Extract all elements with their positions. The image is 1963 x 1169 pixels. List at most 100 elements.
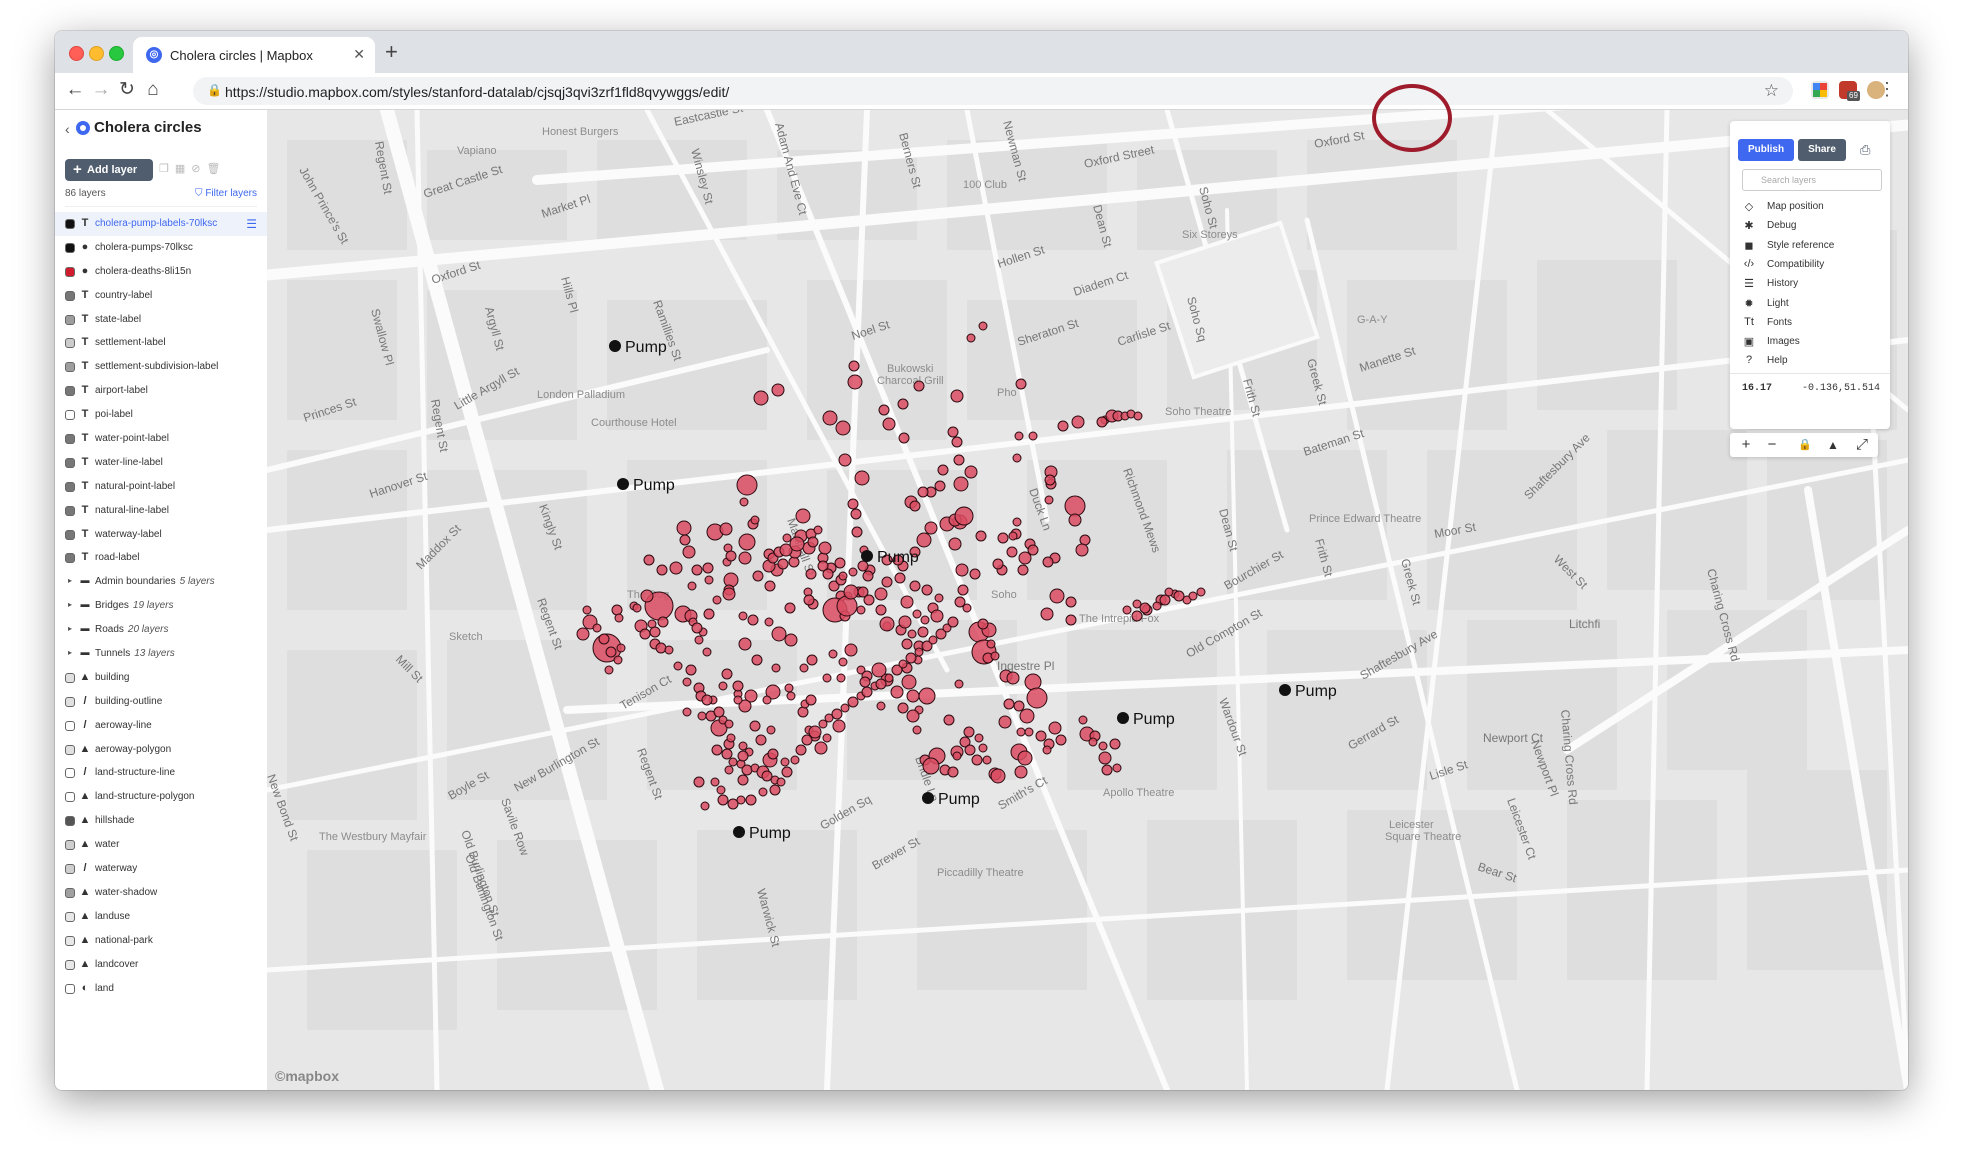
death-circle[interactable] xyxy=(1096,416,1108,428)
layer-item[interactable]: ▲ water xyxy=(55,833,267,857)
death-circle[interactable] xyxy=(879,616,895,632)
layer-item[interactable]: ● cholera-deaths-8li15n xyxy=(55,260,267,284)
death-circle[interactable] xyxy=(957,584,969,596)
death-circle[interactable] xyxy=(878,404,890,416)
death-circle[interactable] xyxy=(611,604,623,616)
layer-item[interactable]: Tstate-label xyxy=(55,308,267,332)
death-circle[interactable] xyxy=(764,617,774,627)
death-circle[interactable] xyxy=(722,587,736,601)
death-circle[interactable] xyxy=(912,725,922,735)
death-circle[interactable] xyxy=(834,557,846,569)
death-circle[interactable] xyxy=(822,733,832,743)
extension-google-icon[interactable] xyxy=(1811,81,1829,99)
death-circle[interactable] xyxy=(1012,453,1022,463)
death-circle[interactable] xyxy=(1057,420,1069,432)
death-circle[interactable] xyxy=(632,603,642,613)
death-circle[interactable] xyxy=(850,508,862,520)
death-circle[interactable] xyxy=(947,426,959,438)
death-circle[interactable] xyxy=(909,500,921,512)
death-circle[interactable] xyxy=(780,757,790,767)
bookmark-star-icon[interactable]: ☆ xyxy=(1764,81,1779,101)
death-circle[interactable] xyxy=(947,766,959,778)
expand-arrow-icon[interactable]: ▸ xyxy=(68,648,72,657)
death-circle[interactable] xyxy=(682,545,696,559)
death-circle[interactable] xyxy=(656,564,668,576)
death-circle[interactable] xyxy=(906,689,920,703)
layer-item[interactable]: ▸ ▬ Bridges 19 layers xyxy=(55,594,267,618)
death-circle[interactable] xyxy=(1012,517,1022,527)
add-layer-button[interactable]: + Add layer xyxy=(65,159,153,181)
death-circle[interactable] xyxy=(1196,587,1206,597)
death-circle[interactable] xyxy=(1014,765,1028,779)
death-circle[interactable] xyxy=(1044,495,1054,505)
death-circle[interactable] xyxy=(691,564,703,576)
death-circle[interactable] xyxy=(1014,431,1024,441)
layer-item[interactable]: ▲ land-structure-polygon xyxy=(55,785,267,809)
death-circle[interactable] xyxy=(738,611,748,621)
death-circle[interactable] xyxy=(922,757,940,775)
death-circle[interactable] xyxy=(950,389,964,403)
death-circle[interactable] xyxy=(986,639,996,649)
death-circle[interactable] xyxy=(1159,594,1171,606)
death-circle[interactable] xyxy=(598,633,610,645)
death-circle[interactable] xyxy=(955,563,969,577)
death-circle[interactable] xyxy=(937,464,949,476)
death-circle[interactable] xyxy=(784,683,794,693)
publish-button[interactable]: Publish xyxy=(1738,139,1794,161)
death-circle[interactable] xyxy=(822,568,834,580)
death-circle[interactable] xyxy=(851,526,863,538)
death-circle[interactable] xyxy=(655,642,667,654)
death-circle[interactable] xyxy=(920,615,930,625)
death-circle[interactable] xyxy=(767,748,779,760)
death-circle[interactable] xyxy=(749,720,761,732)
search-layers-input[interactable]: Search layers xyxy=(1742,169,1882,191)
death-circle[interactable] xyxy=(604,665,614,675)
layer-item[interactable]: Troad-label xyxy=(55,546,267,570)
death-circle[interactable] xyxy=(1024,727,1034,737)
death-circle[interactable] xyxy=(838,453,852,467)
pump-marker[interactable] xyxy=(861,550,873,562)
death-circle[interactable] xyxy=(737,750,749,762)
layer-item[interactable]: / aeroway-line xyxy=(55,714,267,738)
new-tab-button[interactable]: + xyxy=(385,39,398,65)
death-circle[interactable] xyxy=(687,581,697,591)
map-canvas[interactable]: Regent St Oxford St Oxford Street Eastcastl… xyxy=(267,110,1908,1090)
death-circle[interactable] xyxy=(1071,415,1085,429)
death-circle[interactable] xyxy=(859,676,871,688)
death-circle[interactable] xyxy=(1024,673,1042,691)
death-circle[interactable] xyxy=(1019,708,1035,724)
death-circle[interactable] xyxy=(781,766,793,778)
death-circle[interactable] xyxy=(1068,513,1082,527)
death-circle[interactable] xyxy=(797,706,809,718)
death-circle[interactable] xyxy=(741,764,753,776)
layer-tools-icons[interactable]: ❐▦⊘🗑 xyxy=(159,162,226,175)
pump-marker[interactable] xyxy=(1117,712,1129,724)
death-circle[interactable] xyxy=(1013,700,1025,712)
death-circle[interactable] xyxy=(1035,730,1047,742)
death-circle[interactable] xyxy=(836,595,858,617)
layer-item[interactable]: ▲ building xyxy=(55,666,267,690)
layer-item[interactable]: ▲ aeroway-polygon xyxy=(55,738,267,762)
expand-arrow-icon[interactable]: ▸ xyxy=(68,624,72,633)
death-circle[interactable] xyxy=(847,374,863,390)
death-circle[interactable] xyxy=(576,627,590,641)
death-circle[interactable] xyxy=(1006,546,1018,558)
death-circle[interactable] xyxy=(702,647,712,657)
address-bar[interactable]: 🔒 https://studio.mapbox.com/styles/stanf… xyxy=(193,77,1793,105)
death-circle[interactable] xyxy=(718,681,728,691)
death-circle[interactable] xyxy=(1016,727,1026,737)
layer-item[interactable]: Tsettlement-subdivision-label xyxy=(55,355,267,379)
death-circle[interactable] xyxy=(916,532,932,548)
death-circle[interactable] xyxy=(805,694,817,706)
mapbox-attribution-logo[interactable]: ©mapbox xyxy=(275,1068,339,1084)
death-circle[interactable] xyxy=(876,701,886,711)
death-circle[interactable] xyxy=(828,649,838,659)
zoom-out-button[interactable]: − xyxy=(1760,435,1784,455)
death-circle[interactable] xyxy=(751,654,763,666)
death-circle[interactable] xyxy=(803,594,815,606)
expand-arrow-icon[interactable]: ▸ xyxy=(68,576,72,585)
death-circle[interactable] xyxy=(657,616,669,628)
layer-item[interactable]: Tcholera-pump-labels-70lksc ☰ xyxy=(55,212,267,236)
death-circle[interactable] xyxy=(971,754,983,766)
death-circle[interactable] xyxy=(831,708,843,720)
